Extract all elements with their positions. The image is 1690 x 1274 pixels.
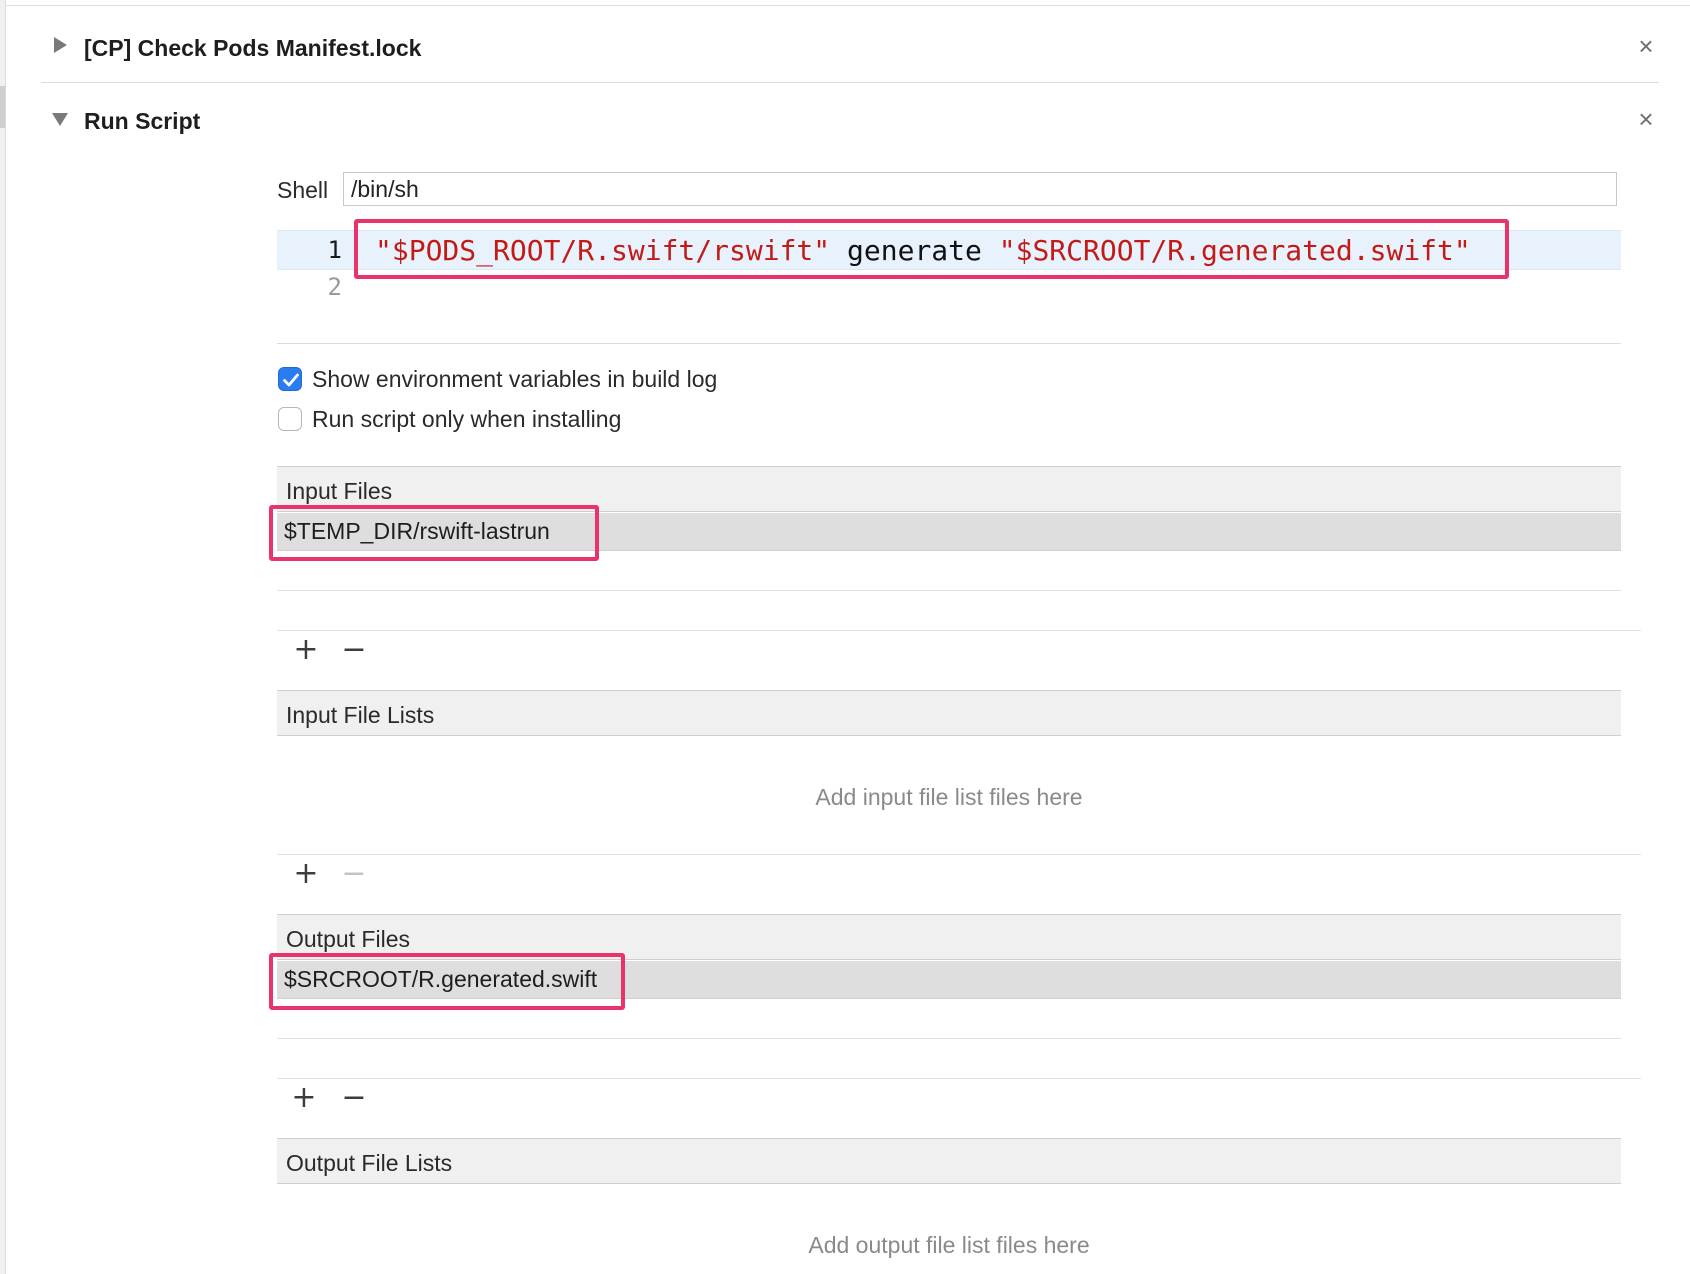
show-env-label: Show environment variables in build log [312,366,718,392]
close-icon[interactable]: × [1633,33,1659,59]
input-files-title: Input Files [286,478,393,504]
close-icon[interactable]: × [1633,106,1659,132]
phase-check-pods-header[interactable]: [CP] Check Pods Manifest.lock × [41,6,1659,84]
list-footer-divider [277,1078,1641,1079]
highlight-box-input-file [269,505,599,561]
phase-run-script-title: Run Script [84,108,201,134]
add-output-file-button[interactable]: + [289,1083,319,1114]
remove-input-file-button[interactable]: − [339,635,369,666]
remove-output-file-button[interactable]: − [339,1083,369,1114]
left-edge-marker [0,86,5,128]
phase-run-script-header[interactable]: Run Script × [41,84,1659,162]
output-file-lists-title: Output File Lists [286,1150,453,1176]
highlight-box-output-file [269,953,625,1010]
input-file-lists-header: Input File Lists [277,690,1621,736]
show-env-checkbox[interactable] [278,367,302,391]
add-input-file-list-button[interactable]: + [291,859,321,890]
left-edge-panel [0,0,6,1274]
shell-label: Shell [277,177,329,203]
line-number: 1 [327,236,342,264]
list-footer-divider [277,854,1641,855]
input-file-lists-title: Input File Lists [286,702,435,728]
list-footer-divider [277,630,1641,631]
phase-check-pods-title: [CP] Check Pods Manifest.lock [84,35,422,61]
output-file-lists-header: Output File Lists [277,1138,1621,1184]
add-input-file-button[interactable]: + [291,635,321,666]
output-files-title: Output Files [286,926,410,952]
run-only-installing-checkbox[interactable] [278,407,302,431]
highlight-box-script [354,219,1509,279]
input-file-lists-placeholder: Add input file list files here [815,784,1083,810]
checkmark-icon [283,373,299,387]
phase-divider [41,82,1659,83]
remove-input-file-list-button[interactable]: − [339,859,369,890]
output-file-lists-placeholder: Add output file list files here [808,1232,1090,1258]
disclosure-down-icon[interactable] [51,110,69,128]
disclosure-right-icon[interactable] [51,36,69,54]
list-row-divider [277,590,1621,591]
run-only-installing-label: Run script only when installing [312,406,622,432]
shell-input[interactable] [343,172,1617,206]
line-number: 2 [327,273,342,301]
list-row-divider [277,1038,1621,1039]
